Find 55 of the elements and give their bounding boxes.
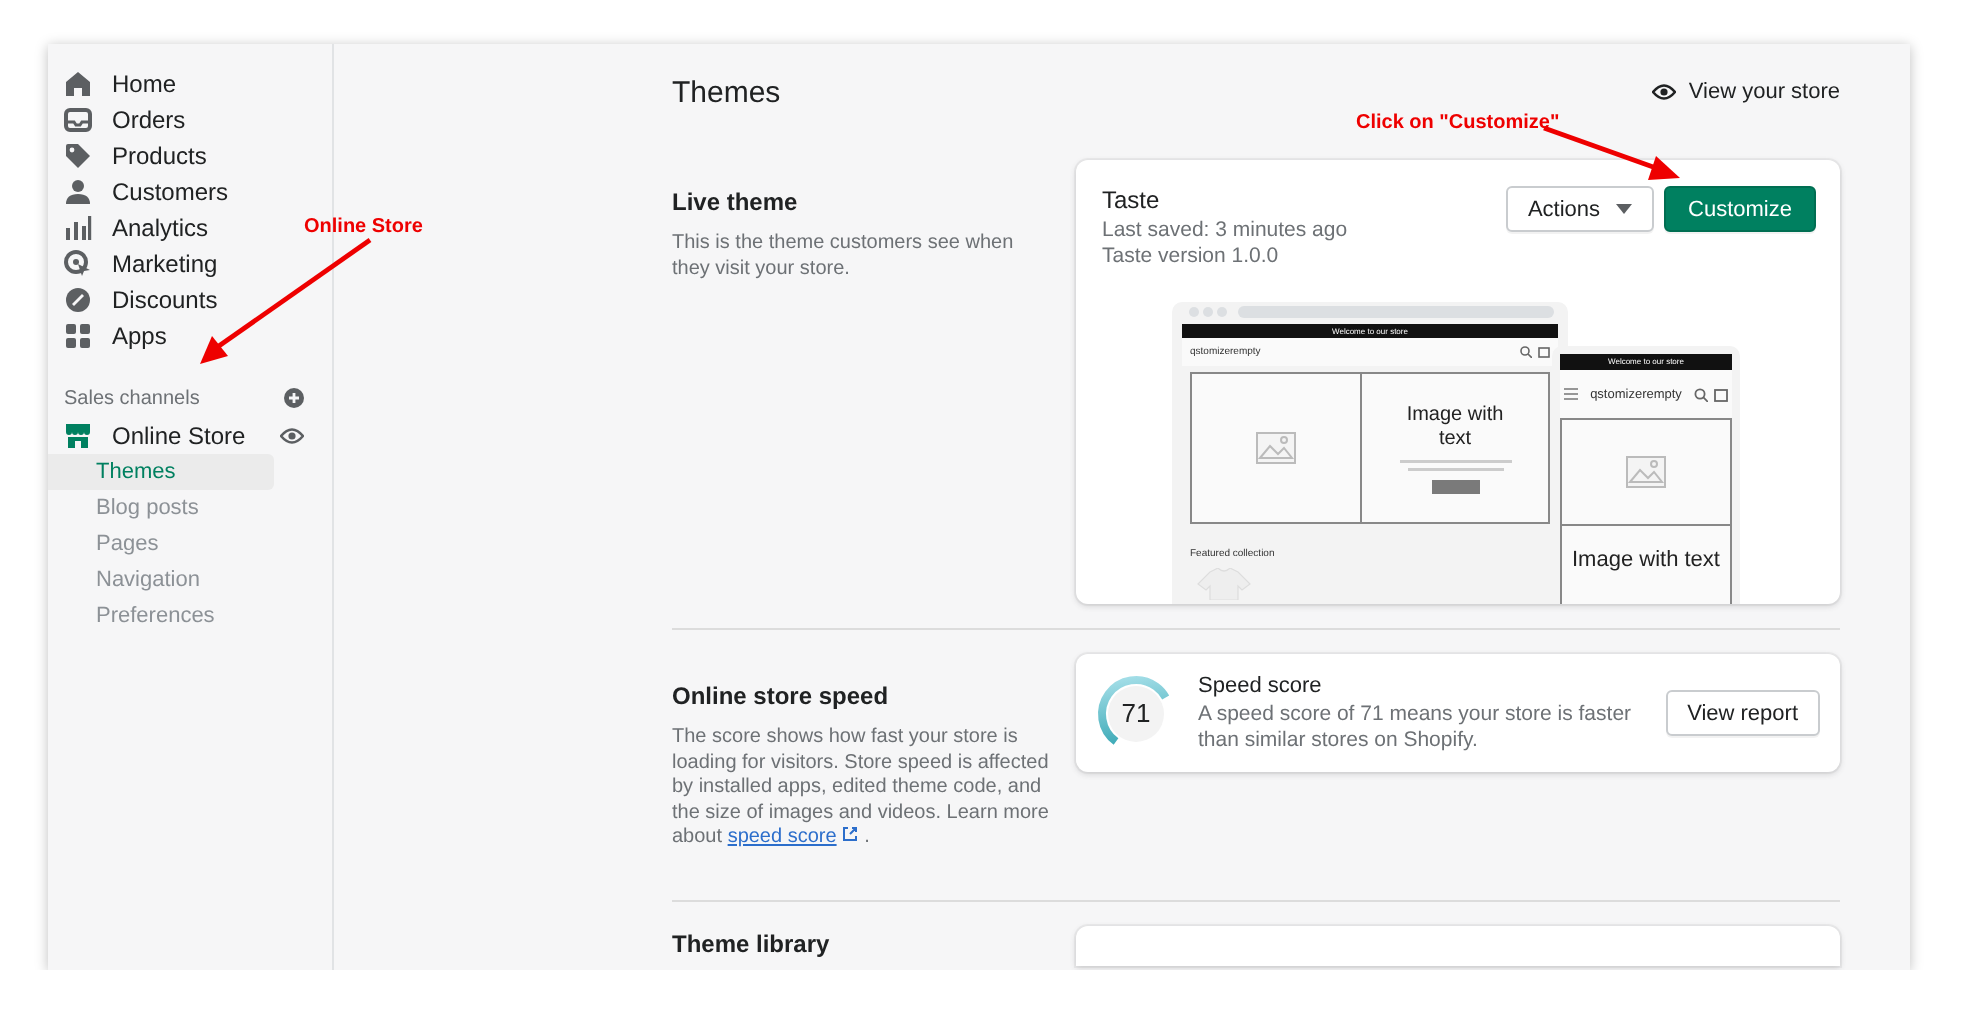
tag-icon [64, 142, 92, 170]
text-lines-drawing [1395, 457, 1515, 473]
nav-item[interactable]: Home [48, 66, 177, 102]
image-icon [1626, 456, 1666, 488]
add-icon [284, 388, 304, 408]
nav-item[interactable]: Products [48, 138, 207, 174]
speed-score-text: A speed score of 71 means your store is faster than similar stores on Shopify. [1198, 701, 1634, 753]
percent-icon [64, 286, 92, 314]
preview-heading: Image with text [1570, 546, 1722, 574]
nav-item[interactable]: Discounts [48, 282, 218, 318]
theme-name: Taste [1102, 186, 1162, 214]
actions-button[interactable]: Actions [1505, 186, 1655, 232]
nav-item[interactable]: Orders [48, 102, 186, 138]
grid-icon [64, 322, 92, 350]
bar-chart-icon [64, 214, 92, 242]
sub-nav-item[interactable]: Themes [48, 454, 274, 490]
eye-icon [1652, 82, 1677, 102]
bag-icon [1538, 346, 1550, 358]
speed-score-value: 71 [1119, 697, 1153, 727]
preview-heading: Image with text [1404, 403, 1506, 451]
caret-icon [1616, 204, 1633, 214]
external-link-icon [842, 826, 859, 842]
last-saved-text: Last saved: 3 minutes ago [1102, 218, 1348, 244]
shop-button-drawing [1431, 479, 1479, 493]
section-heading: Live theme [672, 188, 800, 216]
search-icon [1520, 346, 1532, 358]
search-icon [1694, 387, 1708, 401]
annotation-label: Click on "Customize" [1356, 112, 1560, 134]
nav-item[interactable]: Apps [48, 318, 167, 354]
nav-item[interactable]: Analytics [48, 210, 209, 246]
section-heading: Theme library [672, 929, 832, 957]
customize-button[interactable]: Customize [1664, 186, 1816, 232]
theme-version: Taste version 1.0.0 [1102, 244, 1281, 270]
inbox-icon [64, 106, 92, 134]
home-icon [64, 70, 92, 98]
section-title: Sales channels [64, 387, 200, 409]
section-description: The score shows how fast your store is loading for visitors. Store speed is affected by installed apps, edited theme code, and the size of images and videos. Learn more about speed score . [672, 726, 1051, 851]
section-description: This is the theme customers see when they visit your store. [672, 232, 1016, 282]
page-title: Themes [672, 75, 781, 109]
annotation-label: Online Store [304, 216, 423, 238]
eye-icon [280, 426, 304, 446]
nav-item[interactable]: Customers [48, 174, 229, 210]
nav-item[interactable]: Online Store [48, 418, 332, 454]
menu-icon [1564, 388, 1578, 400]
section-heading: Online store speed [672, 682, 891, 710]
store-icon [64, 422, 92, 450]
nav-item[interactable]: Marketing [48, 246, 218, 282]
view-store-link[interactable]: View your store [1652, 80, 1840, 104]
person-icon [64, 178, 92, 206]
speed-score-title: Speed score [1198, 673, 1324, 697]
target-icon [64, 250, 92, 278]
view-report-button[interactable]: View report [1665, 690, 1820, 736]
speed-score-link[interactable]: speed score [727, 826, 837, 848]
image-icon [1256, 432, 1296, 464]
bag-icon [1714, 387, 1728, 401]
